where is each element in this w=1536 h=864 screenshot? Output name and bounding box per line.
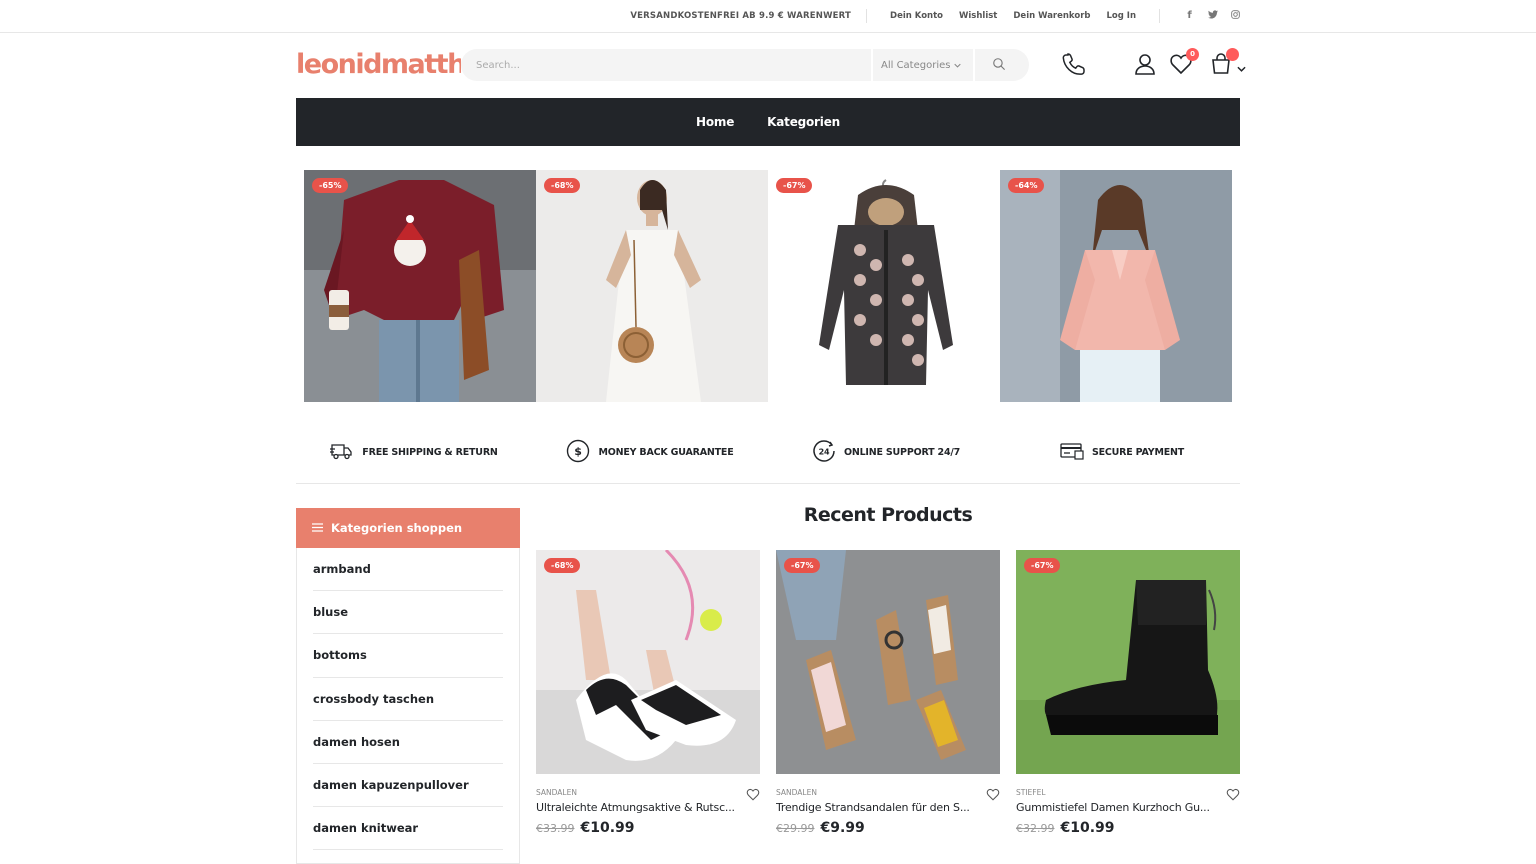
- feature-money-back-label: MONEY BACK GUARANTEE: [598, 446, 734, 458]
- sidebar-title: Kategorien shoppen: [331, 521, 463, 535]
- red-sweater-image: [304, 170, 536, 402]
- price: €9.99: [820, 820, 865, 836]
- search-input[interactable]: [461, 49, 871, 81]
- search-bar: All Categories: [461, 49, 1029, 81]
- product-card[interactable]: -67% STIEFEL Gummistiefel Damen Kurzhoch…: [1016, 550, 1240, 836]
- discount-badge: -65%: [312, 178, 349, 193]
- discount-badge: -67%: [784, 558, 821, 573]
- site-logo[interactable]: leonidmatth: [296, 49, 461, 80]
- product-image[interactable]: -67%: [776, 550, 1000, 774]
- product-category[interactable]: SANDALEN: [776, 788, 1000, 797]
- cart-chevron-down-icon[interactable]: [1237, 57, 1246, 76]
- sidebar-item-damen-hosen[interactable]: damen hosen: [313, 721, 503, 764]
- feature-support: 24 ONLINE SUPPORT 24/7: [768, 430, 1004, 474]
- product-category[interactable]: STIEFEL: [1016, 788, 1240, 797]
- shipping-promo: VERSANDKOSTENFREI AB 9.9 € WARENWERT: [630, 11, 852, 21]
- discount-badge: -67%: [776, 178, 813, 193]
- section-title: Recent Products: [803, 504, 973, 526]
- cart-icon[interactable]: [1209, 48, 1239, 80]
- account-link[interactable]: Dein Konto: [890, 11, 943, 21]
- product-name[interactable]: Trendige Strandsandalen für den S...: [776, 801, 976, 814]
- banner-pink-blouse[interactable]: -64%: [1000, 170, 1232, 402]
- sidebar-item-damen-knitwear[interactable]: damen knitwear: [313, 807, 503, 851]
- cart-link[interactable]: Dein Warenkorb: [1013, 11, 1090, 21]
- white-dress-image: [536, 170, 768, 402]
- sidebar-item-bottoms[interactable]: bottoms: [313, 634, 503, 678]
- price: €10.99: [580, 820, 635, 836]
- heart-icon[interactable]: [986, 786, 1000, 805]
- twitter-icon[interactable]: [1208, 10, 1218, 22]
- discount-badge: -68%: [544, 178, 581, 193]
- hooded-coat-image: [768, 170, 1000, 402]
- old-price: €32.99: [1016, 822, 1055, 835]
- feature-shipping-label: FREE SHIPPING & RETURN: [362, 446, 498, 458]
- user-icon[interactable]: [1133, 52, 1157, 80]
- product-grid: -68% SANDALEN Ultraleichte Atmungsaktive…: [536, 550, 1240, 836]
- dollar-icon: $: [566, 439, 590, 466]
- banner-hooded-coat[interactable]: -67%: [768, 170, 1000, 402]
- login-link[interactable]: Log In: [1106, 11, 1136, 21]
- feature-shipping: FREE SHIPPING & RETURN: [296, 430, 532, 474]
- sidebar-item-bluse[interactable]: bluse: [313, 591, 503, 635]
- pink-blouse-image: [1000, 170, 1232, 402]
- heart-icon[interactable]: [1226, 786, 1240, 805]
- discount-badge: -64%: [1008, 178, 1045, 193]
- wishlist-count-badge: 0: [1186, 48, 1199, 61]
- facebook-icon[interactable]: f: [1185, 10, 1194, 22]
- chevron-down-icon: [954, 61, 962, 70]
- product-name[interactable]: Ultraleichte Atmungsaktive & Rutsc...: [536, 801, 736, 814]
- top-bar: VERSANDKOSTENFREI AB 9.9 € WARENWERT Dei…: [0, 0, 1536, 33]
- product-image[interactable]: -67%: [1016, 550, 1240, 774]
- product-category[interactable]: SANDALEN: [536, 788, 760, 797]
- product-name[interactable]: Gummistiefel Damen Kurzhoch Gu...: [1016, 801, 1216, 814]
- product-image[interactable]: -68%: [536, 550, 760, 774]
- product-card[interactable]: -67% SANDALEN Trendige Strandsandalen fü…: [776, 550, 1000, 836]
- main-nav: Home Kategorien: [296, 98, 1240, 146]
- sidebar-item-crossbody-taschen[interactable]: crossbody taschen: [313, 678, 503, 721]
- category-select[interactable]: All Categories: [871, 49, 973, 81]
- discount-badge: -68%: [544, 558, 581, 573]
- wishlist-icon[interactable]: 0: [1169, 48, 1199, 80]
- price: €10.99: [1060, 820, 1115, 836]
- feature-bar: FREE SHIPPING & RETURN $ MONEY BACK GUAR…: [296, 430, 1240, 484]
- svg-text:$: $: [575, 445, 582, 458]
- sidebar-item-armband[interactable]: armband: [313, 548, 503, 592]
- old-price: €29.99: [776, 822, 815, 835]
- search-icon: [992, 56, 1006, 75]
- category-sidebar: Kategorien shoppen armband bluse bottoms…: [296, 508, 520, 864]
- category-select-label: All Categories: [881, 59, 951, 71]
- sidebar-item-damen-kapuzenpullover[interactable]: damen kapuzenpullover: [313, 764, 503, 808]
- feature-secure-payment-label: SECURE PAYMENT: [1091, 446, 1185, 458]
- card-icon: [1060, 442, 1084, 463]
- menu-icon: [312, 521, 323, 535]
- feature-money-back: $ MONEY BACK GUARANTEE: [532, 430, 768, 474]
- feature-secure-payment: SECURE PAYMENT: [1004, 430, 1240, 474]
- feature-support-label: ONLINE SUPPORT 24/7: [843, 446, 961, 458]
- truck-icon: [330, 442, 354, 463]
- sidebar-header[interactable]: Kategorien shoppen: [296, 508, 520, 548]
- banner-red-sweater[interactable]: -65%: [304, 170, 536, 402]
- main-header: leonidmatth All Categories 0: [296, 33, 1246, 98]
- heart-icon[interactable]: [746, 786, 760, 805]
- wishlist-link[interactable]: Wishlist: [959, 11, 997, 21]
- svg-text:24: 24: [819, 447, 830, 456]
- phone-icon[interactable]: [1062, 51, 1088, 81]
- discount-badge: -67%: [1024, 558, 1061, 573]
- old-price: €33.99: [536, 822, 575, 835]
- product-card[interactable]: -68% SANDALEN Ultraleichte Atmungsaktive…: [536, 550, 760, 836]
- nav-kategorien[interactable]: Kategorien: [767, 115, 840, 129]
- search-button[interactable]: [973, 49, 1023, 81]
- promo-banners: -65% -68% -67% -64%: [304, 170, 1232, 402]
- nav-home[interactable]: Home: [696, 115, 734, 129]
- instagram-icon[interactable]: [1231, 10, 1240, 22]
- cart-count-badge: [1226, 48, 1239, 61]
- banner-white-dress[interactable]: -68%: [536, 170, 768, 402]
- support-24-icon: 24: [812, 439, 836, 466]
